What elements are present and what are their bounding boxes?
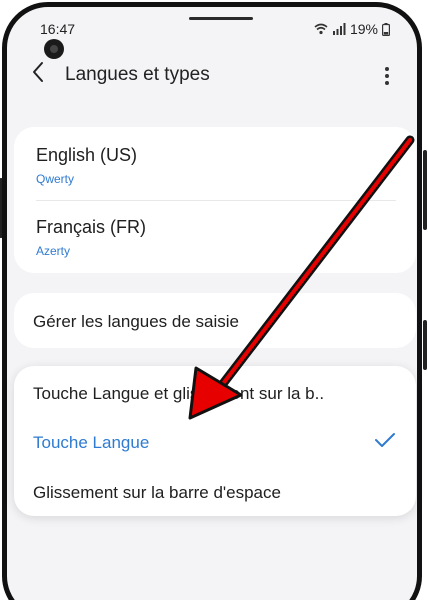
- option-space-swipe[interactable]: Glissement sur la barre d'espace: [33, 483, 281, 503]
- language-layout: Azerty: [36, 244, 71, 258]
- wifi-icon: [314, 23, 328, 35]
- app-bar: Langues et types: [20, 56, 410, 96]
- language-item-english[interactable]: English (US) Qwerty: [36, 145, 396, 186]
- check-icon: [375, 433, 395, 447]
- status-time: 16:47: [40, 21, 76, 37]
- language-item-french[interactable]: Français (FR) Azerty: [36, 217, 396, 258]
- language-name: Français (FR): [36, 217, 147, 237]
- battery-icon: [382, 22, 390, 36]
- manage-languages-label: Gérer les langues de saisie: [33, 312, 240, 331]
- signal-icon: [332, 23, 346, 35]
- language-layout: Qwerty: [36, 172, 75, 186]
- language-switch-popup: Touche Langue et glissement sur la b.. T…: [14, 366, 416, 516]
- more-options-button[interactable]: [382, 62, 392, 90]
- language-name: English (US): [36, 145, 138, 165]
- status-bar: 16:47 19%: [40, 18, 390, 40]
- power-button: [423, 150, 427, 230]
- side-key: [423, 320, 427, 370]
- manage-languages-card[interactable]: Gérer les langues de saisie: [14, 293, 416, 348]
- back-chevron-icon: [33, 62, 43, 82]
- option-key-and-swipe[interactable]: Touche Langue et glissement sur la b..: [33, 384, 324, 404]
- page-title: Langues et types: [65, 64, 210, 85]
- status-icons: 19%: [314, 21, 390, 37]
- option-language-key[interactable]: Touche Langue: [33, 433, 149, 453]
- battery-percent: 19%: [349, 21, 378, 37]
- more-vert-icon: [385, 67, 389, 71]
- divider: [36, 200, 396, 201]
- back-button[interactable]: [30, 60, 54, 90]
- languages-card: English (US) Qwerty Français (FR) Azerty: [14, 127, 416, 273]
- phone-screenshot: 16:47 19% Langues et types English (US) …: [0, 0, 428, 600]
